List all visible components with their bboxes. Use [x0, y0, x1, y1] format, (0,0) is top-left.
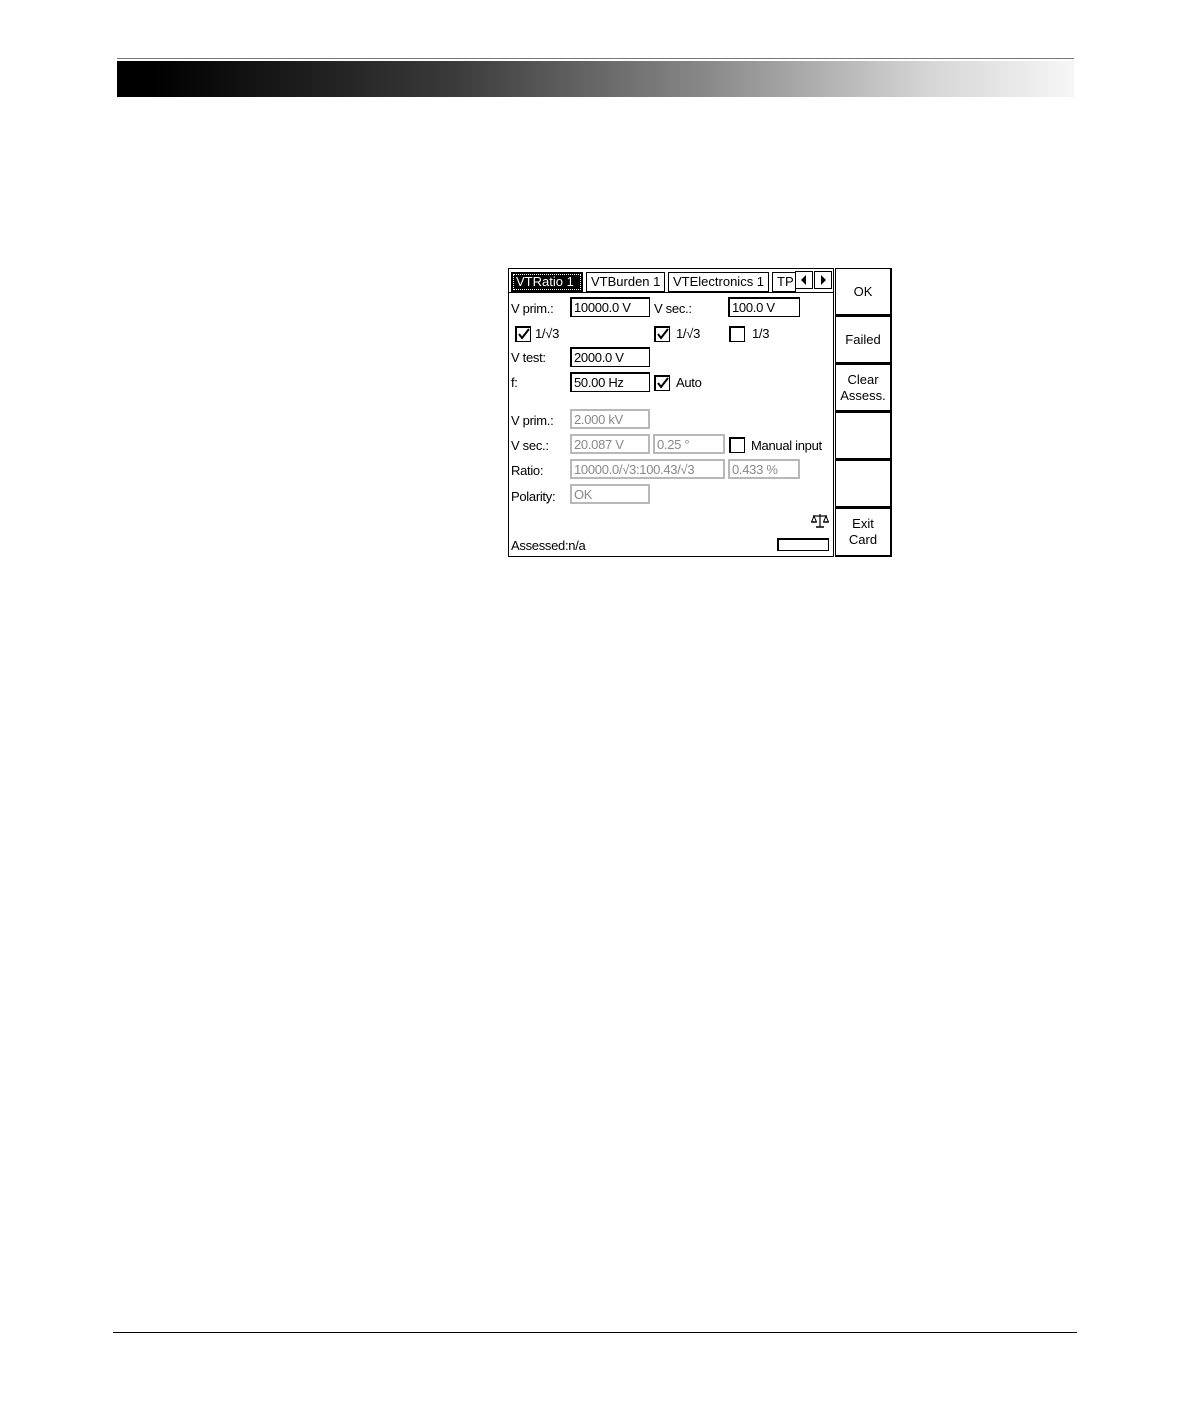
prim-sqrt3-label: 1/√3	[535, 326, 560, 341]
sec-third-checkbox[interactable]	[729, 326, 745, 342]
result-vprim-label: V prim.:	[511, 413, 554, 428]
header-top-rule	[117, 58, 1074, 59]
balance-scale-icon	[810, 513, 830, 532]
result-vsec-value: 20.087 V	[570, 434, 650, 454]
result-vsec-label: V sec.:	[511, 438, 549, 453]
frequency-label: f:	[511, 375, 518, 390]
result-vprim-value: 2.000 kV	[570, 409, 650, 429]
failed-button[interactable]: Failed	[835, 316, 892, 364]
header-gradient-bar	[117, 61, 1074, 97]
ratio-error-value: 0.433 %	[728, 459, 800, 479]
softkey-5-button[interactable]	[835, 460, 892, 508]
softkey-column: OK Failed Clear Assess. Exit Card	[835, 268, 892, 557]
vsec-input[interactable]: 100.0 V	[728, 297, 800, 317]
arrow-left-icon[interactable]	[795, 271, 813, 289]
result-vsec-phase: 0.25 °	[653, 434, 725, 454]
auto-label: Auto	[676, 375, 702, 390]
frequency-input[interactable]: 50.00 Hz	[570, 372, 650, 392]
vtest-input[interactable]: 2000.0 V	[570, 347, 650, 367]
tab-vtelectronics[interactable]: VTElectronics 1	[668, 272, 769, 292]
footer-rule	[113, 1332, 1077, 1333]
check-icon	[657, 328, 669, 340]
tab-underline	[509, 292, 833, 293]
check-icon	[518, 328, 530, 340]
manual-input-checkbox[interactable]	[729, 437, 745, 453]
arrow-right-icon[interactable]	[814, 271, 832, 289]
tab-tp[interactable]: TP	[772, 272, 796, 292]
tab-vtratio[interactable]: VTRatio 1	[511, 272, 583, 292]
manual-input-label: Manual input	[751, 438, 822, 453]
softkey-4-button[interactable]	[835, 412, 892, 460]
assessed-status: Assessed:n/a	[511, 538, 586, 553]
prim-sqrt3-checkbox[interactable]	[515, 326, 531, 342]
check-icon	[657, 377, 669, 389]
ok-button[interactable]: OK	[835, 268, 892, 316]
vprim-label: V prim.:	[511, 301, 554, 316]
device-screen: VTRatio 1 VTBurden 1 VTElectronics 1 TP …	[508, 268, 892, 557]
vprim-input[interactable]: 10000.0 V	[570, 297, 650, 317]
vsec-label: V sec.:	[654, 301, 692, 316]
ratio-value: 10000.0/√3:100.43/√3	[570, 459, 725, 479]
sec-sqrt3-label: 1/√3	[676, 326, 701, 341]
clear-assess-button[interactable]: Clear Assess.	[835, 364, 892, 412]
sec-sqrt3-checkbox[interactable]	[654, 326, 670, 342]
tab-vtburden[interactable]: VTBurden 1	[586, 272, 665, 292]
test-card-panel: VTRatio 1 VTBurden 1 VTElectronics 1 TP …	[508, 268, 834, 557]
ratio-label: Ratio:	[511, 463, 544, 478]
exit-card-button[interactable]: Exit Card	[835, 508, 892, 557]
status-indicator	[777, 538, 829, 551]
vtest-label: V test:	[511, 350, 546, 365]
polarity-label: Polarity:	[511, 489, 556, 504]
sec-third-label: 1/3	[752, 326, 770, 341]
auto-checkbox[interactable]	[654, 375, 670, 391]
polarity-value: OK	[570, 484, 650, 504]
